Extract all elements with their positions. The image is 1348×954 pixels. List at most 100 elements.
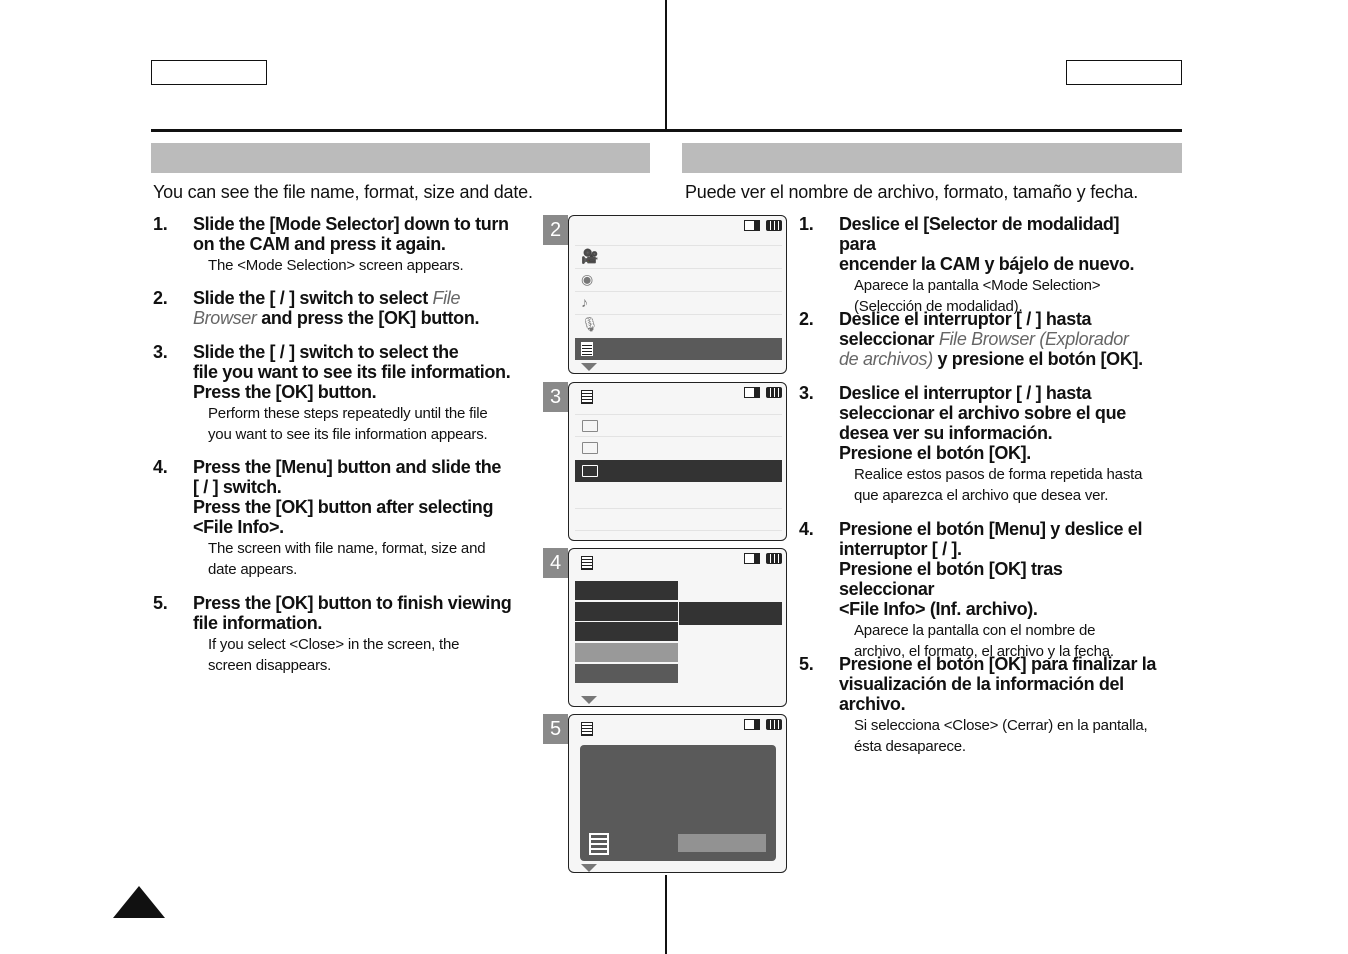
instruction-line: interruptor [ / ]. xyxy=(839,539,962,559)
note-line: date appears. xyxy=(208,560,298,578)
folder-icon xyxy=(582,420,598,432)
instruction-text: Slide the [ / ] switch to select xyxy=(193,288,433,308)
step-number: 2. xyxy=(153,288,168,308)
instruction-line: Slide the [ / ] switch to select the xyxy=(193,342,459,362)
menu-item-name: File Browser (Explorador xyxy=(938,329,1129,349)
instruction-text: seleccionar xyxy=(839,329,939,349)
language-box-left xyxy=(151,60,267,85)
file-list-screen xyxy=(568,382,787,541)
step-instruction: Press the [OK] button to finish viewing f… xyxy=(193,593,513,633)
page-triangle-icon xyxy=(113,886,165,918)
instruction-line: Presione el botón [Menu] y deslice el xyxy=(839,519,1143,539)
video-camera-icon: 🎥 xyxy=(581,248,599,264)
instruction-line: Press the [OK] button. xyxy=(193,382,377,402)
instruction-line: [ / ] switch. xyxy=(193,477,282,497)
file-icon xyxy=(589,833,609,855)
header-rule xyxy=(151,129,1182,132)
camera-icon: ◉ xyxy=(581,271,594,287)
step-number: 5. xyxy=(799,654,814,674)
step-1: 1. Slide the [Mode Selector] down to turn… xyxy=(153,214,513,277)
note-line: Aparece la pantalla <Mode Selection> xyxy=(854,277,1101,294)
file-browser-icon xyxy=(581,556,593,570)
instruction-line: Slide the [ / ] switch to select File xyxy=(193,288,513,308)
instruction-line: Presione el botón [OK] tras seleccionar xyxy=(839,559,1063,599)
center-divider-top xyxy=(665,0,667,130)
step-number: 4. xyxy=(799,519,814,539)
battery-icon xyxy=(766,220,782,231)
step-instruction: Press the [Menu] button and slide the[ /… xyxy=(193,457,513,537)
instruction-text: Deslice el interruptor [ / ] hasta xyxy=(839,309,1092,329)
instruction-line: Press the [OK] button after selecting xyxy=(193,497,494,517)
memory-card-icon xyxy=(744,553,760,564)
step-note: The <Mode Selection> screen appears. xyxy=(208,256,513,277)
screen-tab-4: 4 xyxy=(543,548,568,578)
note-line: you want to see its file information app… xyxy=(208,425,488,443)
manual-page: You can see the file name, format, size … xyxy=(0,0,1348,954)
instruction-line: seleccionar File Browser (Explorador xyxy=(839,329,1159,349)
step-note: Realice estos pasos de forma repetida ha… xyxy=(854,465,1159,506)
memory-card-icon xyxy=(744,387,760,398)
step-number: 5. xyxy=(153,593,168,613)
screen-tab-2: 2 xyxy=(543,215,568,245)
note-line: ésta desaparece. xyxy=(854,737,966,755)
step-4: 4. Press the [Menu] button and slide the[… xyxy=(153,457,513,580)
instruction-text: and press the [OK] button. xyxy=(256,308,480,328)
file-browser-icon xyxy=(581,390,593,404)
step-number: 1. xyxy=(799,214,814,234)
instruction-text: y presione el botón [OK]. xyxy=(932,349,1143,369)
step-instruction: Slide the [ / ] switch to select File Bro… xyxy=(193,288,513,328)
battery-icon xyxy=(766,553,782,564)
instruction-line: desea ver su información. xyxy=(839,423,1053,443)
instruction-line: <File Info> (Inf. archivo). xyxy=(839,599,1038,619)
battery-icon xyxy=(766,387,782,398)
step-note: The screen with file name, format, size … xyxy=(208,539,513,580)
instruction-line: encender la CAM y bájelo de nuevo. xyxy=(839,254,1135,274)
instruction-line: Browser and press the [OK] button. xyxy=(193,308,513,328)
folder-icon xyxy=(582,465,598,477)
instruction-line: file you want to see its file informatio… xyxy=(193,362,511,382)
step-5: 5. Press the [OK] button to finish viewin… xyxy=(153,593,513,676)
note-line: que aparezca el archivo que desea ver. xyxy=(854,486,1109,504)
file-info-screen xyxy=(568,714,787,873)
file-browser-icon xyxy=(581,342,593,356)
instruction-line: Presione el botón [OK] para finalizar la xyxy=(839,654,1157,674)
note-line: Aparece la pantalla con el nombre de xyxy=(854,622,1096,639)
center-divider-bottom xyxy=(665,875,667,954)
step-instruction: Presione el botón [OK] para finalizar la… xyxy=(839,654,1159,714)
instruction-line: <File Info>. xyxy=(193,517,284,537)
mode-selection-screen: 🎥 ◉ ♪ 🎙 xyxy=(568,215,787,374)
step-2: 2. Deslice el interruptor [ / ] hasta sele… xyxy=(799,309,1159,369)
step-note: If you select <Close> in the screen, the… xyxy=(208,635,513,676)
note-line: Perform these steps repeatedly until the… xyxy=(208,405,488,422)
instruction-line: Deslice el [Selector de modalidad] para xyxy=(839,214,1120,254)
close-button[interactable] xyxy=(678,834,766,852)
step-number: 1. xyxy=(153,214,168,234)
section-bar-left xyxy=(151,143,650,173)
step-instruction: Deslice el interruptor [ / ] hasta selecc… xyxy=(839,383,1159,463)
step-note: Si selecciona <Close> (Cerrar) en la pan… xyxy=(854,716,1159,757)
language-box-right xyxy=(1066,60,1182,85)
note-line: The screen with file name, format, size … xyxy=(208,540,486,557)
instruction-line: seleccionar el archivo sobre el que xyxy=(839,403,1126,423)
instruction-line: file information. xyxy=(193,613,323,633)
instruction-line: visualización de la información del xyxy=(839,674,1124,694)
step-number: 4. xyxy=(153,457,168,477)
music-note-icon: ♪ xyxy=(581,294,588,310)
step-number: 3. xyxy=(799,383,814,403)
instruction-line: Deslice el interruptor [ / ] hasta xyxy=(839,309,1159,329)
folder-icon xyxy=(582,442,598,454)
note-line: The <Mode Selection> screen appears. xyxy=(208,257,464,274)
memory-card-icon xyxy=(744,719,760,730)
step-number: 3. xyxy=(153,342,168,362)
step-instruction: Deslice el [Selector de modalidad] para e… xyxy=(839,214,1159,274)
step-4: 4. Presione el botón [Menu] y deslice el i… xyxy=(799,519,1159,662)
scroll-down-icon xyxy=(581,363,597,371)
step-number: 2. xyxy=(799,309,814,329)
note-line: Si selecciona <Close> (Cerrar) en la pan… xyxy=(854,717,1148,734)
memory-card-icon xyxy=(744,220,760,231)
instruction-line: Deslice el interruptor [ / ] hasta xyxy=(839,383,1092,403)
menu-item-name: de archivos) xyxy=(839,349,933,369)
instruction-line: archivo. xyxy=(839,694,906,714)
screen-tab-3: 3 xyxy=(543,382,568,412)
step-instruction: Deslice el interruptor [ / ] hasta selecc… xyxy=(839,309,1159,369)
